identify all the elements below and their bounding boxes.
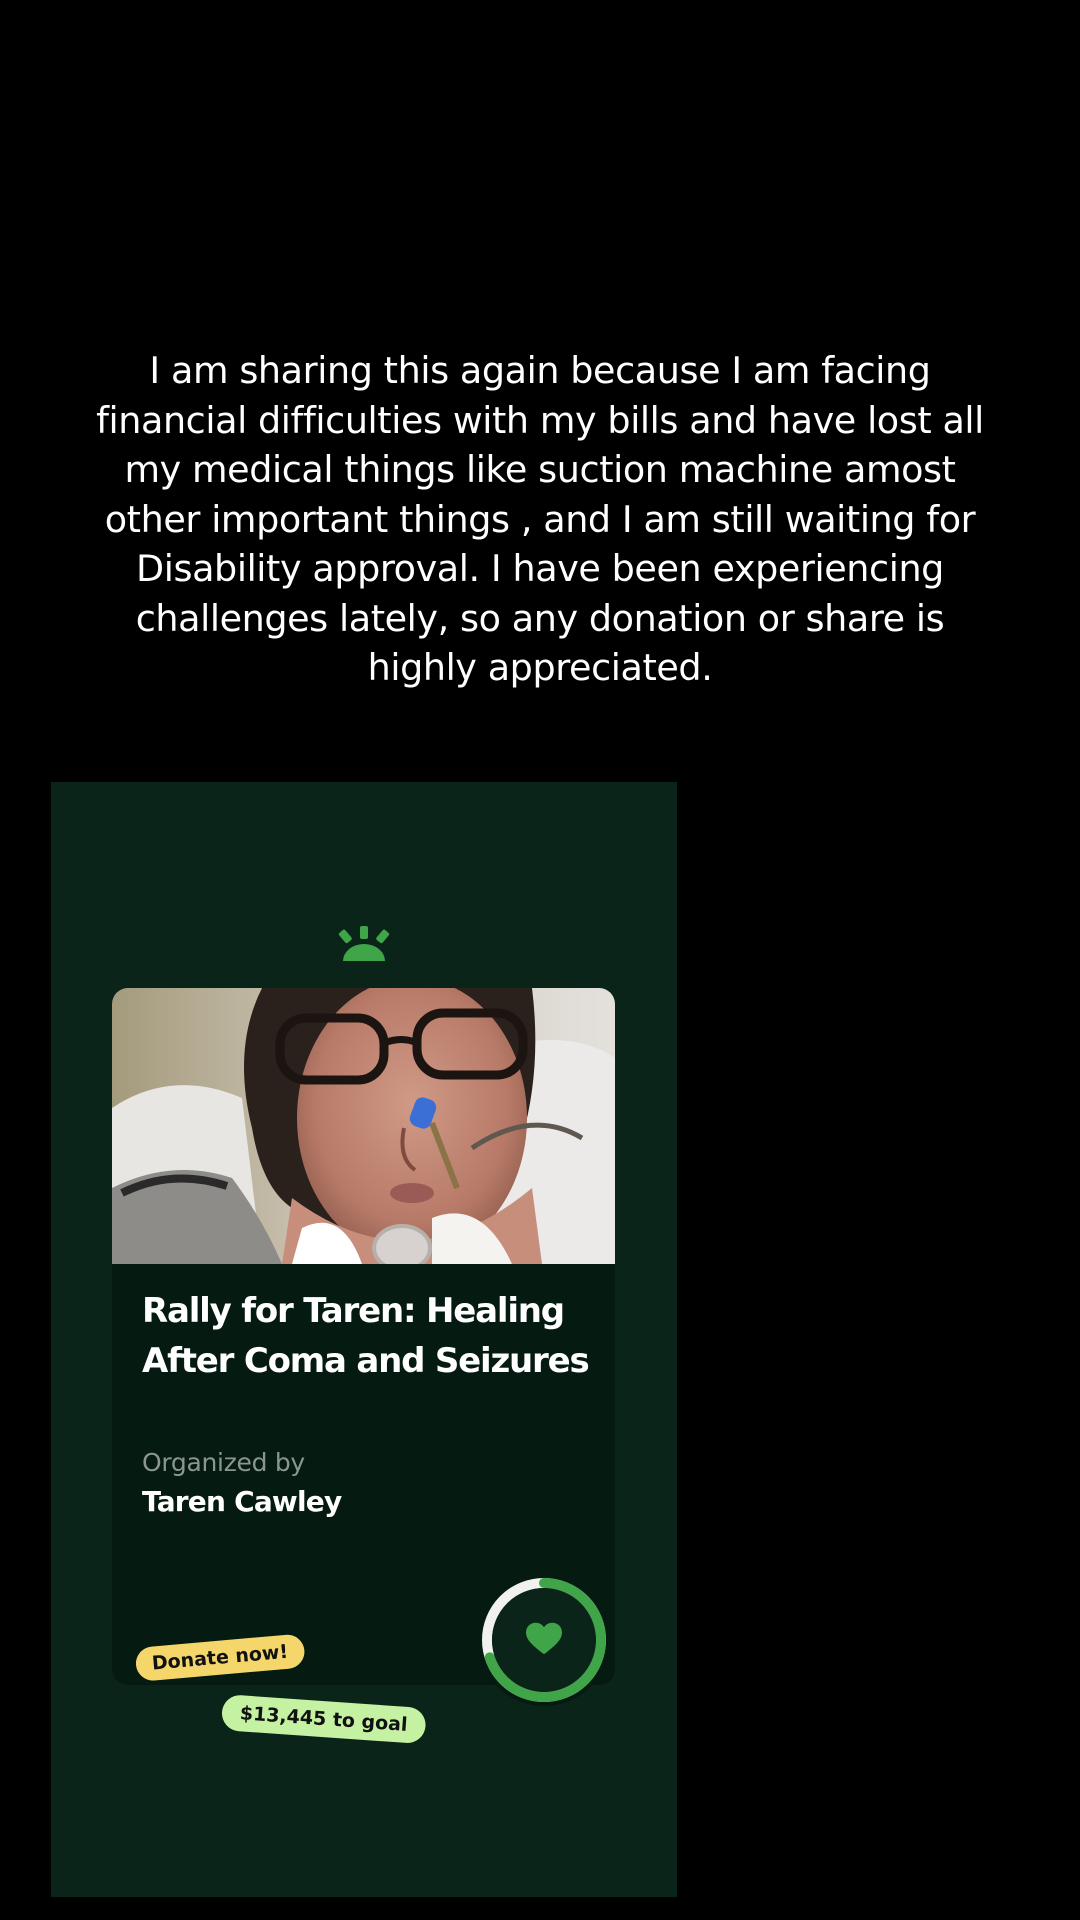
organized-by-label: Organized by	[142, 1448, 305, 1477]
gofundme-sunrise-icon	[338, 926, 390, 961]
post-caption: I am sharing this again because I am fac…	[96, 349, 984, 689]
patient-photo	[112, 988, 615, 1264]
fundraiser-title[interactable]: Rally for Taren: Healing After Coma and …	[142, 1286, 592, 1386]
organizer-name[interactable]: Taren Cawley	[142, 1485, 342, 1518]
donation-progress-ring	[478, 1574, 610, 1706]
